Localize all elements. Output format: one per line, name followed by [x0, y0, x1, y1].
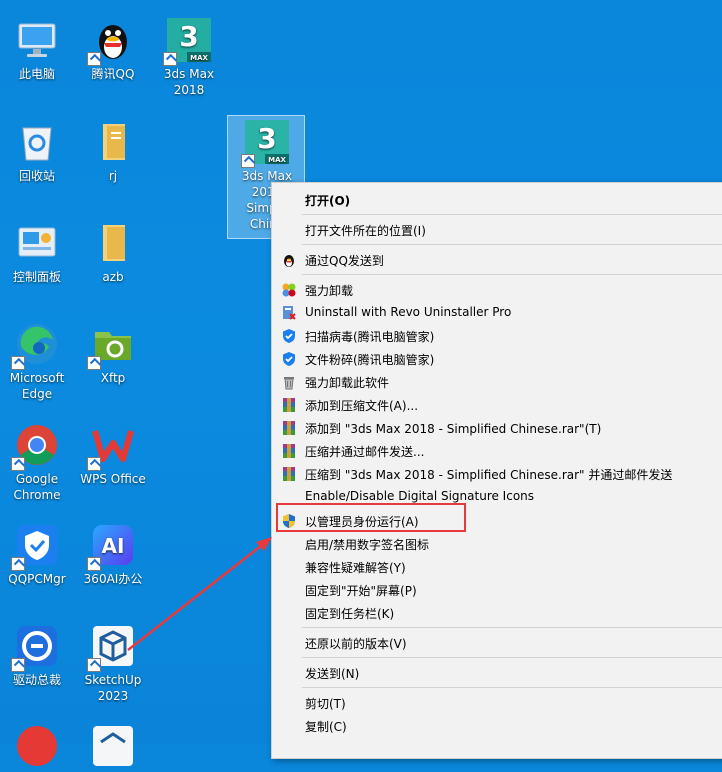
arrow-line — [127, 544, 263, 651]
annotation-arrow — [127, 537, 272, 651]
